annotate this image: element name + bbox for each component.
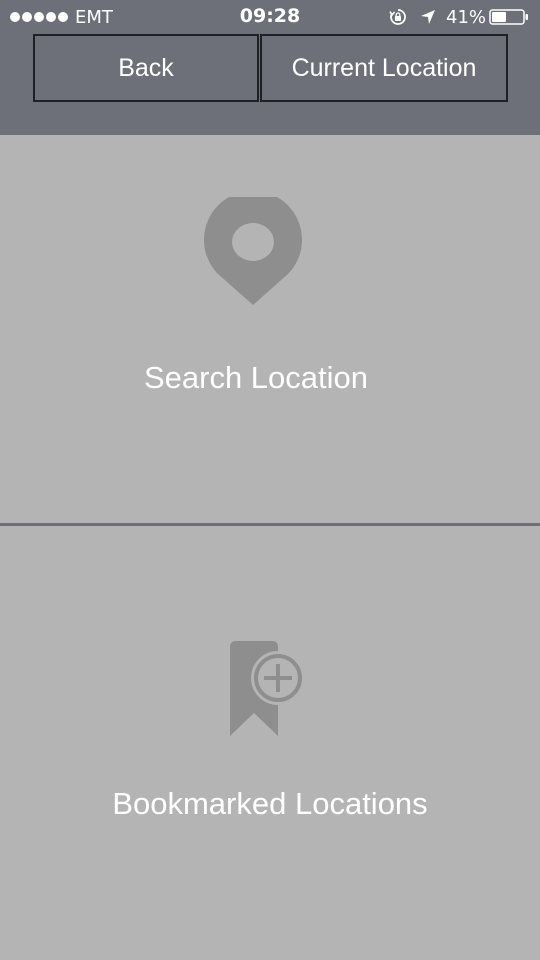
bookmark-add-icon — [230, 641, 304, 736]
search-location-label: Search Location — [143, 360, 369, 395]
map-pin-icon — [204, 197, 302, 305]
current-location-button-label: Current Location — [291, 53, 477, 82]
rotation-lock-icon — [389, 9, 406, 25]
battery-icon — [489, 9, 528, 25]
bookmarked-locations-option[interactable]: Bookmarked Locations — [0, 526, 540, 960]
location-arrow-icon — [421, 10, 435, 24]
back-button[interactable]: Back — [33, 34, 259, 102]
back-button-label: Back — [118, 53, 174, 82]
top-bar: EMT 09:28 41% Back Current Location — [0, 0, 540, 135]
search-location-option[interactable]: Search Location — [0, 135, 540, 523]
status-bar: EMT 09:28 41% — [0, 0, 540, 34]
battery-percent: 41% — [446, 7, 487, 28]
current-location-button[interactable]: Current Location — [260, 34, 508, 102]
bookmarked-locations-label: Bookmarked Locations — [112, 786, 428, 821]
